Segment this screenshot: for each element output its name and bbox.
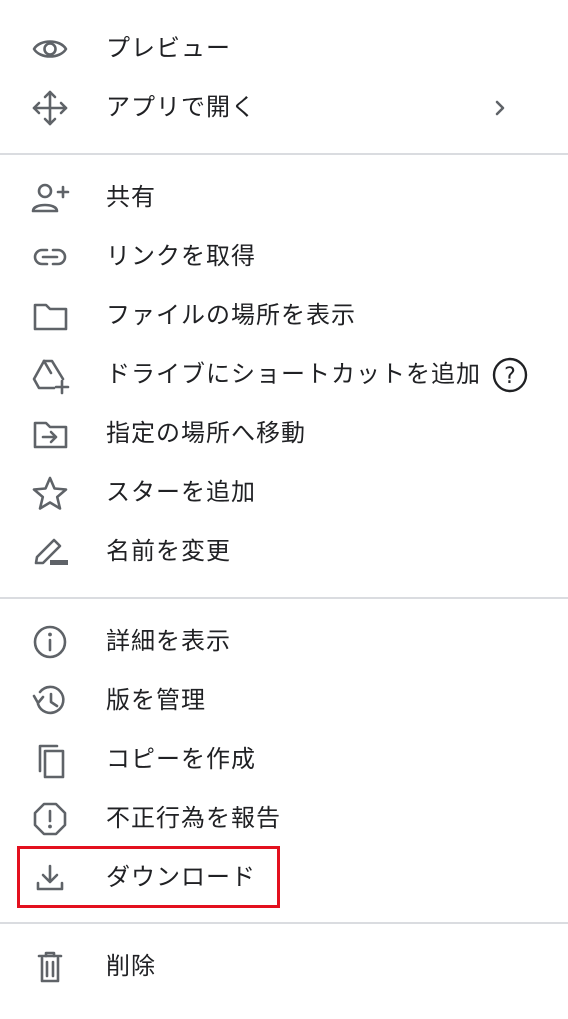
eye-icon <box>30 29 70 69</box>
help-icon[interactable]: ? <box>491 356 529 394</box>
context-menu: プレビュー アプリで開く 共有 リンクを取得 ファイルの場所を表示 ドライブにシ… <box>0 0 568 1019</box>
link-icon <box>30 237 70 277</box>
chevron-right-icon <box>495 100 505 116</box>
menu-item-show-location[interactable]: ファイルの場所を表示 <box>0 286 568 345</box>
menu-item-label: 共有 <box>106 183 156 211</box>
menu-item-label: アプリで開く <box>106 93 256 121</box>
copy-icon <box>30 740 70 780</box>
move-to-folder-icon <box>30 414 70 454</box>
menu-item-label: リンクを取得 <box>106 242 256 270</box>
report-icon <box>30 799 70 839</box>
menu-item-label: コピーを作成 <box>106 745 256 773</box>
menu-item-rename[interactable]: 名前を変更 <box>0 522 568 581</box>
menu-item-label: ダウンロード <box>106 863 256 891</box>
divider <box>0 597 568 599</box>
menu-item-label: 不正行為を報告 <box>106 804 281 832</box>
menu-item-label: 削除 <box>106 952 156 980</box>
menu-item-share[interactable]: 共有 <box>0 168 568 227</box>
menu-item-label: 指定の場所へ移動 <box>106 419 306 447</box>
menu-item-label: スターを追加 <box>106 478 256 506</box>
pencil-icon <box>30 532 70 572</box>
menu-item-label: ファイルの場所を表示 <box>106 301 356 329</box>
menu-item-label: 詳細を表示 <box>106 627 231 655</box>
add-person-icon <box>30 178 70 218</box>
menu-item-label: 名前を変更 <box>106 537 231 565</box>
move-arrows-icon <box>30 88 70 128</box>
menu-item-get-link[interactable]: リンクを取得 <box>0 227 568 286</box>
menu-item-label: プレビュー <box>106 34 231 62</box>
menu-item-download[interactable]: ダウンロード <box>0 848 568 907</box>
star-icon <box>30 473 70 513</box>
info-icon <box>30 622 70 662</box>
menu-item-add-shortcut[interactable]: ドライブにショートカットを追加 ? <box>0 345 568 404</box>
divider <box>0 153 568 155</box>
menu-item-report[interactable]: 不正行為を報告 <box>0 789 568 848</box>
menu-item-delete[interactable]: 削除 <box>0 937 568 996</box>
menu-item-details[interactable]: 詳細を表示 <box>0 612 568 671</box>
menu-item-label: ドライブにショートカットを追加 <box>106 360 481 388</box>
trash-icon <box>30 947 70 987</box>
divider <box>0 922 568 924</box>
menu-item-versions[interactable]: 版を管理 <box>0 671 568 730</box>
menu-item-add-star[interactable]: スターを追加 <box>0 463 568 522</box>
menu-item-open-with[interactable]: アプリで開く <box>0 78 568 137</box>
folder-icon <box>30 296 70 336</box>
download-icon <box>30 858 70 898</box>
menu-item-label: 版を管理 <box>106 686 206 714</box>
svg-text:?: ? <box>504 364 516 389</box>
add-to-drive-icon <box>30 355 70 395</box>
menu-item-move-to[interactable]: 指定の場所へ移動 <box>0 404 568 463</box>
menu-item-preview[interactable]: プレビュー <box>0 19 568 78</box>
history-icon <box>30 681 70 721</box>
menu-item-copy[interactable]: コピーを作成 <box>0 730 568 789</box>
